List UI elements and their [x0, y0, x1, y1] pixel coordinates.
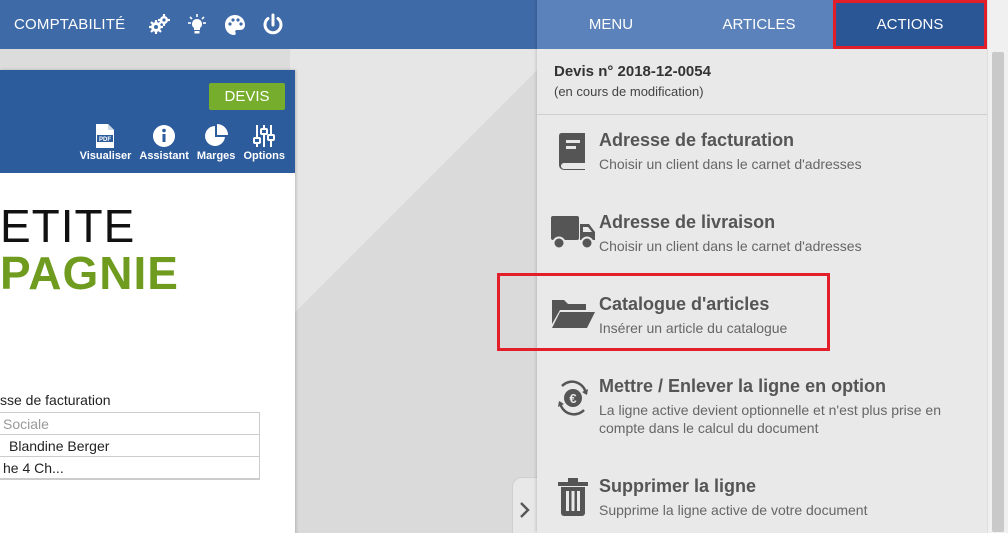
scrollbar-thumb[interactable] [992, 52, 1004, 532]
top-icons [147, 13, 285, 37]
action-billing-address[interactable]: Adresse de facturation Choisir un client… [537, 115, 987, 197]
company-logo-line2: PAGNIE [0, 247, 179, 299]
action-delete-line[interactable]: Supprimer la ligne Supprime la ligne act… [537, 461, 987, 533]
tab-articles[interactable]: ARTICLES [685, 0, 833, 49]
company-logo-line1: ETITE [0, 200, 136, 252]
action-article-catalogue[interactable]: Catalogue d'articles Insérer un article … [537, 279, 987, 361]
tab-menu[interactable]: MENU [537, 0, 685, 49]
devis-header: Devis n° 2018-12-0054 (en cours de modif… [537, 49, 987, 115]
action-title: Catalogue d'articles [599, 294, 770, 314]
action-toggle-option[interactable]: € Mettre / Enlever la ligne en option La… [537, 361, 987, 461]
action-subtitle: Supprime la ligne active de votre docume… [599, 502, 868, 518]
chevron-right-icon [519, 501, 531, 524]
action-title: Adresse de livraison [599, 212, 776, 232]
address-table: Sociale Blandine Berger he 4 Ch... [0, 412, 260, 480]
palette-icon[interactable] [223, 13, 247, 37]
action-subtitle: Choisir un client dans le carnet d'adres… [599, 238, 862, 254]
address-book-icon [547, 130, 599, 197]
action-title: Adresse de facturation [599, 130, 795, 150]
collapse-panel-button[interactable] [512, 477, 538, 533]
address-field-street[interactable]: he 4 Ch... [0, 457, 259, 479]
devis-status: (en cours de modification) [554, 84, 704, 99]
tool-options[interactable]: Options [243, 122, 285, 162]
brand-label[interactable]: COMPTABILITÉ [14, 16, 125, 33]
background-stripe [290, 0, 550, 533]
power-icon[interactable] [261, 13, 285, 37]
tool-assistant[interactable]: Assistant [139, 122, 189, 162]
info-icon [152, 122, 176, 150]
folder-open-icon [547, 294, 599, 361]
gears-icon[interactable] [147, 13, 171, 37]
address-title: sse de facturation [0, 392, 111, 408]
scrollbar[interactable] [987, 0, 1008, 533]
svg-text:PDF: PDF [99, 137, 111, 143]
address-field-company[interactable]: Sociale [0, 413, 259, 435]
actions-panel: MENU ARTICLES ACTIONS Devis n° 2018-12-0… [537, 0, 987, 533]
action-subtitle: Choisir un client dans le carnet d'adres… [599, 156, 862, 172]
tool-label: Options [243, 150, 285, 162]
lightbulb-icon[interactable] [185, 13, 209, 37]
pdf-icon: PDF [94, 122, 116, 150]
tool-visualiser[interactable]: PDF Visualiser [79, 122, 132, 162]
tool-label: Marges [196, 150, 236, 162]
tool-label: Visualiser [79, 150, 132, 162]
top-bar: COMPTABILITÉ [0, 0, 537, 49]
truck-icon [547, 212, 599, 279]
tool-label: Assistant [139, 150, 189, 162]
document-header: DEVIS PDF Visualiser Assistant Marges Op… [0, 70, 295, 173]
trash-icon [547, 476, 599, 533]
actions-list: Adresse de facturation Choisir un client… [537, 115, 987, 533]
action-subtitle: Insérer un article du catalogue [599, 320, 788, 336]
action-delivery-address[interactable]: Adresse de livraison Choisir un client d… [537, 197, 987, 279]
action-subtitle: La ligne active devient optionnelle et n… [599, 402, 942, 437]
pie-chart-icon [203, 122, 229, 150]
devis-title: Devis n° 2018-12-0054 [554, 63, 711, 80]
svg-text:€: € [569, 391, 576, 406]
action-title: Supprimer la ligne [599, 476, 757, 496]
devis-badge[interactable]: DEVIS [209, 83, 285, 110]
tab-actions[interactable]: ACTIONS [833, 0, 987, 49]
document-toolbar: PDF Visualiser Assistant Marges Options [80, 122, 285, 162]
panel-tabs: MENU ARTICLES ACTIONS [537, 0, 987, 49]
action-title: Mettre / Enlever la ligne en option [599, 376, 887, 396]
euro-cycle-icon: € [547, 376, 599, 461]
address-field-name[interactable]: Blandine Berger [0, 435, 259, 457]
sliders-icon [252, 122, 276, 150]
tool-marges[interactable]: Marges [196, 122, 236, 162]
